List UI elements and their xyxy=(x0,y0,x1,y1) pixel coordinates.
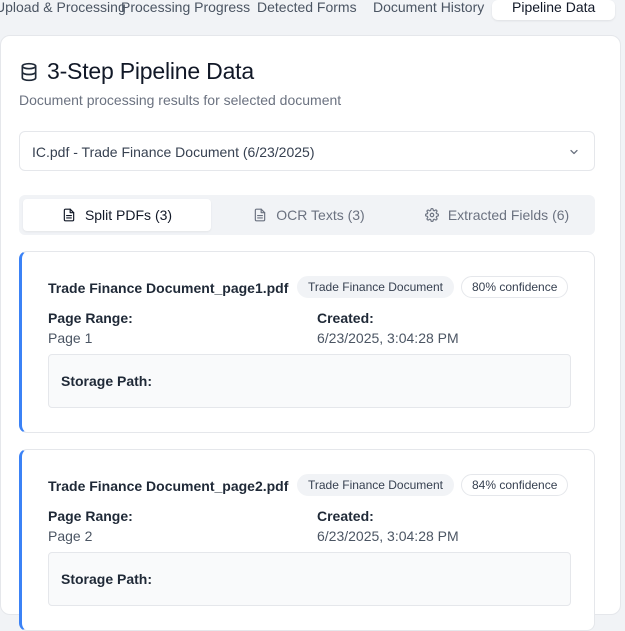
storage-path-box: Storage Path: xyxy=(48,552,571,606)
split-pdf-card: Trade Finance Document_page2.pdf Trade F… xyxy=(19,449,595,631)
storage-path-box: Storage Path: xyxy=(48,354,571,408)
document-select-value: IC.pdf - Trade Finance Document (6/23/20… xyxy=(32,144,315,160)
tab-upload-processing[interactable]: Upload & Processing xyxy=(0,0,126,22)
created-label: Created: xyxy=(317,508,374,524)
tab-split-pdfs-label: Split PDFs (3) xyxy=(84,207,173,223)
file-text-icon xyxy=(255,208,266,222)
tab-document-history[interactable]: Document History xyxy=(373,0,484,22)
created-value: 6/23/2025, 3:04:28 PM xyxy=(317,330,459,346)
storage-path-label: Storage Path: xyxy=(61,373,153,389)
gear-icon xyxy=(424,208,439,222)
page-subtitle: Document processing results for selected… xyxy=(19,92,342,108)
file-text-icon xyxy=(63,208,75,222)
database-icon xyxy=(21,62,37,81)
main-tab-bar: Upload & Processing Processing Progress … xyxy=(0,0,625,24)
document-type-badge: Trade Finance Document xyxy=(297,474,454,496)
tab-ocr-texts-label: OCR Texts (3) xyxy=(276,207,365,223)
created-value: 6/23/2025, 3:04:28 PM xyxy=(317,528,459,544)
tab-pipeline-data[interactable]: Pipeline Data xyxy=(492,0,616,20)
tab-processing-progress[interactable]: Processing Progress xyxy=(121,0,250,22)
tab-split-pdfs[interactable]: Split PDFs (3) xyxy=(23,199,211,231)
document-type-badge: Trade Finance Document xyxy=(297,276,454,298)
storage-path-label: Storage Path: xyxy=(61,571,153,587)
tab-extracted-fields[interactable]: Extracted Fields (6) xyxy=(403,199,591,231)
confidence-badge: 80% confidence xyxy=(461,276,569,298)
split-pdf-card: Trade Finance Document_page1.pdf Trade F… xyxy=(19,251,595,433)
tab-detected-forms[interactable]: Detected Forms xyxy=(257,0,357,22)
tab-extracted-fields-label: Extracted Fields (6) xyxy=(447,207,570,223)
chevron-down-icon xyxy=(570,149,578,155)
page-title: 3-Step Pipeline Data xyxy=(19,58,254,85)
pipeline-sub-tabs: Split PDFs (3) OCR Texts (3) Extracted F… xyxy=(19,195,595,235)
confidence-badge: 84% confidence xyxy=(461,474,569,496)
title-text: 3-Step Pipeline Data xyxy=(47,58,254,84)
created-label: Created: xyxy=(317,310,374,326)
page-range-label: Page Range: xyxy=(48,310,133,326)
split-pdf-filename: Trade Finance Document_page2.pdf xyxy=(48,478,289,494)
tab-ocr-texts[interactable]: OCR Texts (3) xyxy=(215,199,403,231)
split-pdf-filename: Trade Finance Document_page1.pdf xyxy=(48,280,289,296)
page-range-label: Page Range: xyxy=(48,508,133,524)
page-range-value: Page 1 xyxy=(48,330,93,346)
page-range-value: Page 2 xyxy=(48,528,93,544)
document-select[interactable]: IC.pdf - Trade Finance Document (6/23/20… xyxy=(19,131,595,171)
